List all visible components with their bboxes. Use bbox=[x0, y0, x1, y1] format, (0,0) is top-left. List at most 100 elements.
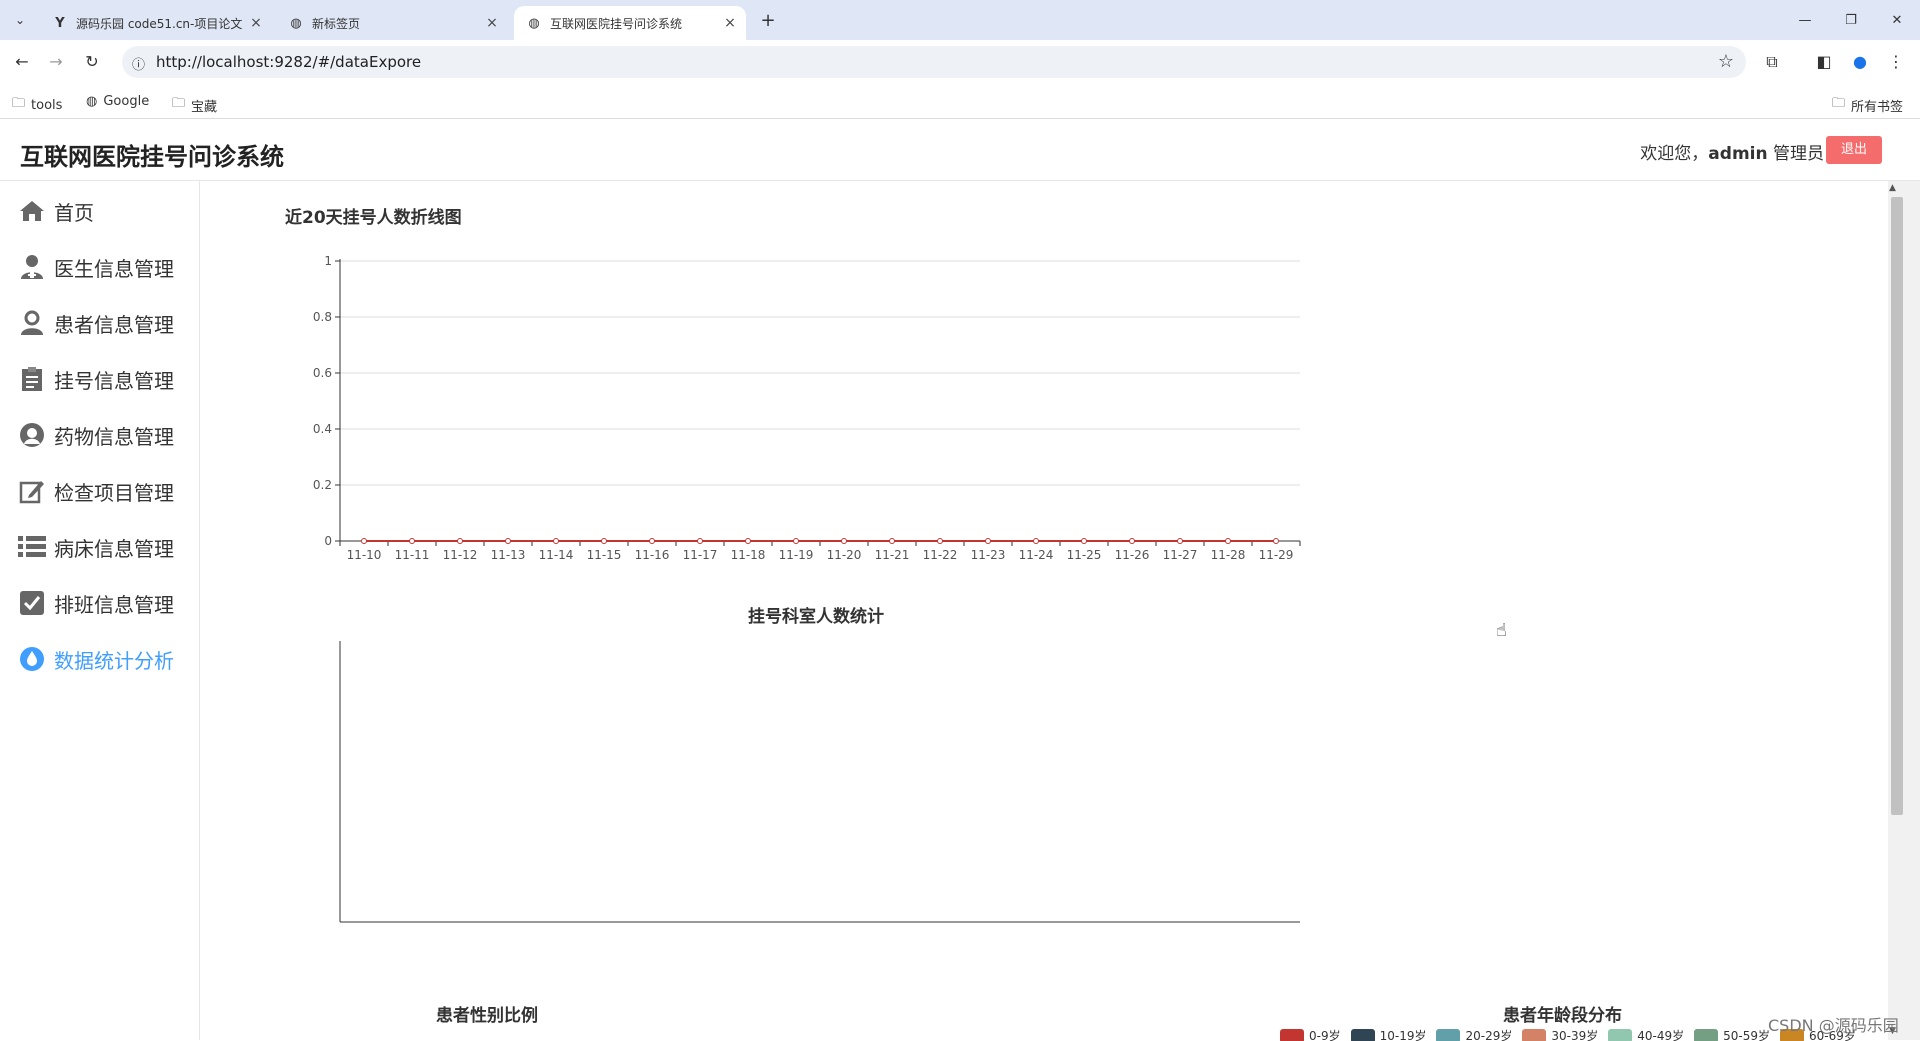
profile-avatar-icon[interactable]: ● bbox=[1846, 48, 1874, 76]
google-icon: ◍ bbox=[86, 94, 97, 109]
welcome-prefix: 欢迎您， bbox=[1640, 144, 1708, 164]
legend-swatch bbox=[1351, 1029, 1375, 1041]
checkbox-icon bbox=[18, 589, 46, 617]
doctor-icon bbox=[18, 253, 46, 281]
home-icon bbox=[18, 197, 46, 225]
tab-title: 源码乐园 code51.cn-项目论文 bbox=[76, 15, 246, 32]
x-tick-label: 11-11 bbox=[395, 548, 430, 562]
legend-item[interactable]: 0-9岁 bbox=[1280, 1027, 1341, 1041]
side-panel-icon[interactable]: ◧ bbox=[1810, 48, 1838, 76]
bookmark-google[interactable]: ◍ Google bbox=[86, 94, 149, 109]
legend-item[interactable]: 40-49岁 bbox=[1608, 1027, 1684, 1041]
all-bookmarks-label: 所有书签 bbox=[1851, 96, 1903, 115]
sidebar-item-schedule[interactable]: 排班信息管理 bbox=[18, 583, 174, 623]
data-point bbox=[1034, 539, 1039, 544]
restore-icon[interactable]: ❐ bbox=[1828, 0, 1874, 40]
back-icon[interactable]: ← bbox=[10, 50, 34, 74]
bookmark-star-icon[interactable]: ☆ bbox=[1718, 51, 1734, 72]
legend-item[interactable]: 50-59岁 bbox=[1694, 1027, 1770, 1041]
y-logo-icon: Y bbox=[52, 16, 68, 31]
sidebar-item-label: 排班信息管理 bbox=[54, 589, 174, 618]
logout-button[interactable]: 退出 bbox=[1826, 136, 1882, 164]
y-tick-label: 0.8 bbox=[313, 310, 332, 324]
close-icon[interactable]: × bbox=[720, 15, 740, 31]
sidebar-item-patient[interactable]: 患者信息管理 bbox=[18, 303, 174, 343]
more-menu-icon[interactable]: ⋮ bbox=[1882, 48, 1910, 76]
y-tick-label: 0.2 bbox=[313, 478, 332, 492]
legend-swatch bbox=[1608, 1029, 1632, 1041]
legend-item[interactable]: 20-29岁 bbox=[1436, 1027, 1512, 1041]
data-point bbox=[554, 539, 559, 544]
y-tick-label: 0.4 bbox=[313, 422, 332, 436]
tab-search-dropdown-icon[interactable]: ⌄ bbox=[8, 8, 32, 32]
sidebar-item-statistics[interactable]: 数据统计分析 bbox=[18, 639, 174, 679]
minimize-icon[interactable]: — bbox=[1782, 0, 1828, 40]
x-tick-label: 11-18 bbox=[731, 548, 766, 562]
data-point bbox=[458, 539, 463, 544]
data-point bbox=[602, 539, 607, 544]
globe-icon: ◍ bbox=[288, 16, 304, 31]
x-tick-label: 11-21 bbox=[875, 548, 910, 562]
data-point bbox=[1130, 539, 1135, 544]
user-role: 管理员 bbox=[1773, 144, 1824, 164]
x-tick-label: 11-28 bbox=[1211, 548, 1246, 562]
browser-tab-1[interactable]: Y 源码乐园 code51.cn-项目论文 × bbox=[40, 6, 272, 40]
edit-icon bbox=[18, 477, 46, 505]
sidebar-item-registration[interactable]: 挂号信息管理 bbox=[18, 359, 174, 399]
folder-icon: 🗀 bbox=[12, 94, 25, 116]
data-point bbox=[938, 539, 943, 544]
bookmark-tools[interactable]: 🗀 tools bbox=[12, 94, 62, 116]
all-bookmarks[interactable]: 🗀 所有书签 bbox=[1832, 94, 1903, 116]
username: admin bbox=[1708, 144, 1767, 164]
x-tick-label: 11-24 bbox=[1019, 548, 1054, 562]
close-window-icon[interactable]: ✕ bbox=[1874, 0, 1920, 40]
tab-title: 新标签页 bbox=[312, 15, 482, 32]
bookmark-treasure[interactable]: 🗀 宝藏 bbox=[172, 94, 217, 116]
scrollbar-thumb[interactable] bbox=[1891, 197, 1903, 815]
legend-swatch bbox=[1280, 1029, 1304, 1041]
site-info-icon[interactable]: ⓘ bbox=[132, 54, 145, 73]
x-tick-label: 11-22 bbox=[923, 548, 958, 562]
x-tick-label: 11-20 bbox=[827, 548, 862, 562]
close-icon[interactable]: × bbox=[246, 15, 266, 31]
app-header: 互联网医院挂号问诊系统 欢迎您，admin 管理员 退出 bbox=[0, 119, 1920, 181]
clipboard-icon bbox=[18, 365, 46, 393]
close-icon[interactable]: × bbox=[482, 15, 502, 31]
browser-tab-3[interactable]: ◍ 互联网医院挂号问诊系统 × bbox=[514, 6, 746, 40]
sidebar-item-label: 检查项目管理 bbox=[54, 477, 174, 506]
sidebar-item-label: 药物信息管理 bbox=[54, 421, 174, 450]
sidebar-item-home[interactable]: 首页 bbox=[18, 191, 94, 231]
legend-label: 20-29岁 bbox=[1465, 1027, 1512, 1041]
legend-label: 40-49岁 bbox=[1637, 1027, 1684, 1041]
watermark: CSDN @源码乐园 bbox=[1768, 1012, 1899, 1036]
welcome-text: 欢迎您，admin 管理员 bbox=[1640, 139, 1824, 164]
data-point bbox=[986, 539, 991, 544]
legend-swatch bbox=[1436, 1029, 1460, 1041]
data-point bbox=[650, 539, 655, 544]
address-bar[interactable]: ⓘ http://localhost:9282/#/dataExpore ☆ bbox=[122, 46, 1746, 78]
browser-tab-bar: ⌄ Y 源码乐园 code51.cn-项目论文 × ◍ 新标签页 × ◍ 互联网… bbox=[0, 0, 1920, 40]
x-tick-label: 11-12 bbox=[443, 548, 478, 562]
reload-icon[interactable]: ↻ bbox=[80, 50, 104, 74]
data-point bbox=[362, 539, 367, 544]
browser-tab-2[interactable]: ◍ 新标签页 × bbox=[276, 6, 508, 40]
legend-item[interactable]: 30-39岁 bbox=[1522, 1027, 1598, 1041]
sidebar-item-bed[interactable]: 病床信息管理 bbox=[18, 527, 174, 567]
sidebar-item-examination[interactable]: 检查项目管理 bbox=[18, 471, 174, 511]
legend-label: 10-19岁 bbox=[1380, 1027, 1427, 1041]
new-tab-button[interactable]: + bbox=[756, 10, 780, 34]
x-tick-label: 11-13 bbox=[491, 548, 526, 562]
sidebar-item-label: 患者信息管理 bbox=[54, 309, 174, 338]
forward-icon[interactable]: → bbox=[44, 50, 68, 74]
extensions-icon[interactable]: ⧉ bbox=[1758, 48, 1786, 76]
sidebar-item-doctor[interactable]: 医生信息管理 bbox=[18, 247, 174, 287]
scroll-up-icon[interactable]: ▲ bbox=[1889, 183, 1896, 193]
tab-title: 互联网医院挂号问诊系统 bbox=[550, 15, 720, 32]
data-point bbox=[506, 539, 511, 544]
data-point bbox=[1226, 539, 1231, 544]
x-tick-label: 11-26 bbox=[1115, 548, 1150, 562]
sidebar-item-label: 医生信息管理 bbox=[54, 253, 174, 282]
sidebar-item-medicine[interactable]: 药物信息管理 bbox=[18, 415, 174, 455]
folder-icon: 🗀 bbox=[1832, 94, 1845, 116]
legend-item[interactable]: 10-19岁 bbox=[1351, 1027, 1427, 1041]
